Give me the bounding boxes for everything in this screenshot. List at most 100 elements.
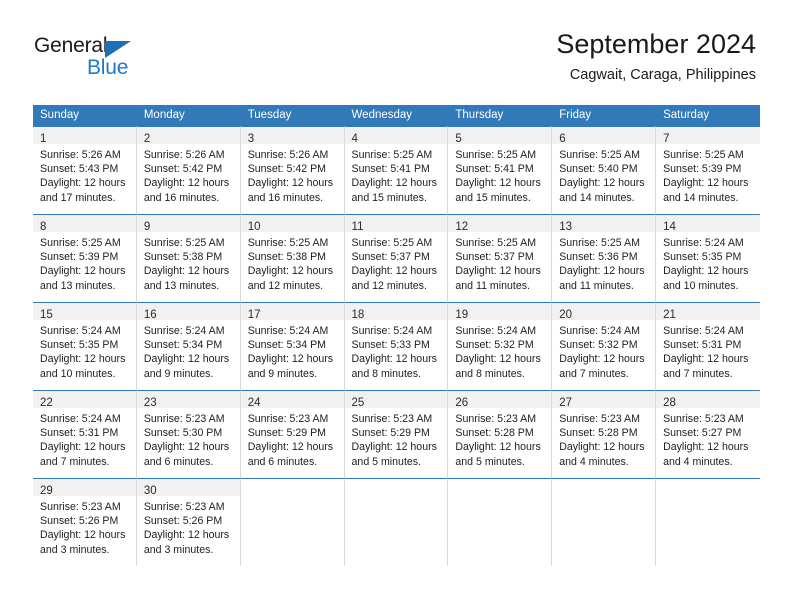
calendar-cell: 11 Sunrise: 5:25 AM Sunset: 5:37 PM Dayligh… xyxy=(344,214,449,302)
day-cell-empty xyxy=(344,478,449,566)
location-subtitle: Cagwait, Caraga, Philippines xyxy=(569,67,756,83)
calendar-cell: 23 Sunrise: 5:23 AM Sunset: 5:30 PM Dayligh… xyxy=(136,390,241,478)
day-cell[interactable]: 30 Sunrise: 5:23 AM Sunset: 5:26 PM Dayligh… xyxy=(136,478,241,566)
calendar-cell xyxy=(344,478,449,566)
day-cell[interactable]: 9 Sunrise: 5:25 AM Sunset: 5:38 PM Daylight… xyxy=(136,214,241,302)
daylight-text-line1: Daylight: 12 hours xyxy=(40,265,126,278)
calendar-cell: 8 Sunrise: 5:25 AM Sunset: 5:39 PM Daylight… xyxy=(33,214,137,302)
daylight-text-line1: Daylight: 12 hours xyxy=(663,353,749,366)
daylight-text-line2: and 12 minutes. xyxy=(247,279,324,292)
day-number: 23 xyxy=(143,397,157,409)
day-cell[interactable]: 13 Sunrise: 5:25 AM Sunset: 5:36 PM Dayligh… xyxy=(552,214,657,302)
day-details: Sunrise: 5:26 AM Sunset: 5:42 PM Daylight:… xyxy=(241,144,344,205)
day-cell[interactable]: 15 Sunrise: 5:24 AM Sunset: 5:35 PM Dayligh… xyxy=(33,302,137,390)
day-cell[interactable]: 26 Sunrise: 5:23 AM Sunset: 5:28 PM Dayligh… xyxy=(448,390,553,478)
day-cell[interactable]: 4 Sunrise: 5:25 AM Sunset: 5:41 PM Daylight… xyxy=(344,126,449,214)
day-cell[interactable]: 21 Sunrise: 5:24 AM Sunset: 5:31 PM Dayligh… xyxy=(656,302,760,390)
daylight-text-line2: and 17 minutes. xyxy=(40,191,116,204)
day-number: 30 xyxy=(143,485,157,497)
daylight-text-line2: and 7 minutes. xyxy=(559,367,629,380)
generalblue-logo[interactable]: General Blue xyxy=(34,34,164,80)
day-number-bar: 21 xyxy=(656,303,760,321)
day-details: Sunrise: 5:23 AM Sunset: 5:27 PM Daylight:… xyxy=(656,408,760,469)
day-cell-empty xyxy=(448,478,553,566)
calendar-week-row: 8 Sunrise: 5:25 AM Sunset: 5:39 PM Daylight… xyxy=(33,214,760,302)
sunset-text: Sunset: 5:34 PM xyxy=(143,339,223,352)
day-cell[interactable]: 3 Sunrise: 5:26 AM Sunset: 5:42 PM Daylight… xyxy=(240,126,345,214)
day-number: 4 xyxy=(351,133,358,145)
day-cell-empty xyxy=(552,478,657,566)
day-cell[interactable]: 25 Sunrise: 5:23 AM Sunset: 5:29 PM Dayligh… xyxy=(344,390,449,478)
day-cell[interactable]: 23 Sunrise: 5:23 AM Sunset: 5:30 PM Dayligh… xyxy=(136,390,241,478)
day-cell[interactable]: 8 Sunrise: 5:25 AM Sunset: 5:39 PM Daylight… xyxy=(33,214,137,302)
calendar-cell: 20 Sunrise: 5:24 AM Sunset: 5:32 PM Dayligh… xyxy=(552,302,657,390)
day-cell[interactable]: 2 Sunrise: 5:26 AM Sunset: 5:42 PM Daylight… xyxy=(136,126,241,214)
daylight-text-line2: and 5 minutes. xyxy=(455,455,525,468)
sunset-text: Sunset: 5:37 PM xyxy=(351,251,430,264)
day-cell[interactable]: 29 Sunrise: 5:23 AM Sunset: 5:26 PM Dayligh… xyxy=(33,478,137,566)
day-number-bar: 25 xyxy=(344,391,448,409)
sunrise-text: Sunrise: 5:24 AM xyxy=(143,325,225,337)
day-cell[interactable]: 18 Sunrise: 5:24 AM Sunset: 5:33 PM Dayligh… xyxy=(344,302,449,390)
day-number: 27 xyxy=(559,397,573,409)
calendar-cell: 22 Sunrise: 5:24 AM Sunset: 5:31 PM Dayligh… xyxy=(33,390,137,478)
sunset-text: Sunset: 5:39 PM xyxy=(663,163,742,176)
day-number-bar xyxy=(656,479,760,496)
day-number-bar: 18 xyxy=(344,303,448,321)
day-number-bar: 5 xyxy=(448,127,552,145)
sunrise-text: Sunrise: 5:25 AM xyxy=(247,237,329,249)
day-number-bar xyxy=(552,479,655,496)
day-cell[interactable]: 1 Sunrise: 5:26 AM Sunset: 5:43 PM Daylight… xyxy=(33,126,137,214)
daylight-text-line2: and 11 minutes. xyxy=(455,279,530,292)
daylight-text-line2: and 7 minutes. xyxy=(663,367,733,380)
day-number: 16 xyxy=(143,309,157,321)
daylight-text-line2: and 10 minutes. xyxy=(663,279,739,292)
day-number-bar: 16 xyxy=(136,303,240,321)
weekday-header-friday: Friday xyxy=(552,105,657,126)
calendar-cell: 3 Sunrise: 5:26 AM Sunset: 5:42 PM Daylight… xyxy=(240,126,345,214)
day-cell[interactable]: 16 Sunrise: 5:24 AM Sunset: 5:34 PM Dayligh… xyxy=(136,302,241,390)
day-cell[interactable]: 17 Sunrise: 5:24 AM Sunset: 5:34 PM Dayligh… xyxy=(240,302,345,390)
day-details: Sunrise: 5:24 AM Sunset: 5:33 PM Daylight:… xyxy=(345,320,448,381)
sunset-text: Sunset: 5:41 PM xyxy=(351,163,430,176)
day-number: 18 xyxy=(351,309,365,321)
day-number-bar: 29 xyxy=(33,479,136,497)
day-number: 1 xyxy=(40,133,47,145)
page-header: General Blue September 2024 Cagwait, Car… xyxy=(0,0,792,100)
sunrise-text: Sunrise: 5:25 AM xyxy=(40,237,121,249)
calendar-cell: 25 Sunrise: 5:23 AM Sunset: 5:29 PM Dayligh… xyxy=(344,390,449,478)
day-cell[interactable]: 11 Sunrise: 5:25 AM Sunset: 5:37 PM Dayligh… xyxy=(344,214,449,302)
sunrise-text: Sunrise: 5:24 AM xyxy=(663,237,744,249)
daylight-text-line2: and 15 minutes. xyxy=(351,191,427,204)
day-cell[interactable]: 19 Sunrise: 5:24 AM Sunset: 5:32 PM Dayligh… xyxy=(448,302,553,390)
day-cell[interactable]: 12 Sunrise: 5:25 AM Sunset: 5:37 PM Dayligh… xyxy=(448,214,553,302)
day-number-bar: 12 xyxy=(448,215,552,233)
daylight-text-line1: Daylight: 12 hours xyxy=(455,265,541,278)
sunset-text: Sunset: 5:37 PM xyxy=(455,251,534,264)
sunrise-text: Sunrise: 5:25 AM xyxy=(559,149,640,161)
day-cell[interactable]: 14 Sunrise: 5:24 AM Sunset: 5:35 PM Dayligh… xyxy=(656,214,760,302)
day-cell[interactable]: 10 Sunrise: 5:25 AM Sunset: 5:38 PM Dayligh… xyxy=(240,214,345,302)
calendar-cell: 26 Sunrise: 5:23 AM Sunset: 5:28 PM Dayligh… xyxy=(448,390,553,478)
daylight-text-line2: and 8 minutes. xyxy=(351,367,422,380)
daylight-text-line1: Daylight: 12 hours xyxy=(143,265,230,278)
day-cell[interactable]: 7 Sunrise: 5:25 AM Sunset: 5:39 PM Daylight… xyxy=(656,126,760,214)
day-cell[interactable]: 27 Sunrise: 5:23 AM Sunset: 5:28 PM Dayligh… xyxy=(552,390,657,478)
day-number: 22 xyxy=(40,397,53,409)
day-details: Sunrise: 5:23 AM Sunset: 5:30 PM Daylight:… xyxy=(137,408,240,469)
day-cell[interactable]: 20 Sunrise: 5:24 AM Sunset: 5:32 PM Dayligh… xyxy=(552,302,657,390)
day-cell[interactable]: 24 Sunrise: 5:23 AM Sunset: 5:29 PM Dayligh… xyxy=(240,390,345,478)
day-number-bar: 3 xyxy=(240,127,344,145)
day-details: Sunrise: 5:24 AM Sunset: 5:35 PM Daylight:… xyxy=(33,320,136,381)
sunrise-text: Sunrise: 5:23 AM xyxy=(351,413,433,425)
day-cell[interactable]: 5 Sunrise: 5:25 AM Sunset: 5:41 PM Daylight… xyxy=(448,126,553,214)
daylight-text-line1: Daylight: 12 hours xyxy=(663,177,749,190)
day-cell[interactable]: 6 Sunrise: 5:25 AM Sunset: 5:40 PM Daylight… xyxy=(552,126,657,214)
day-cell[interactable]: 28 Sunrise: 5:23 AM Sunset: 5:27 PM Dayligh… xyxy=(656,390,760,478)
weekday-header-thursday: Thursday xyxy=(448,105,553,126)
weekday-header-monday: Monday xyxy=(136,105,241,126)
calendar-cell: 6 Sunrise: 5:25 AM Sunset: 5:40 PM Daylight… xyxy=(552,126,657,214)
day-number: 7 xyxy=(663,133,670,145)
calendar-cell: 2 Sunrise: 5:26 AM Sunset: 5:42 PM Daylight… xyxy=(136,126,241,214)
day-cell[interactable]: 22 Sunrise: 5:24 AM Sunset: 5:31 PM Dayligh… xyxy=(33,390,137,478)
